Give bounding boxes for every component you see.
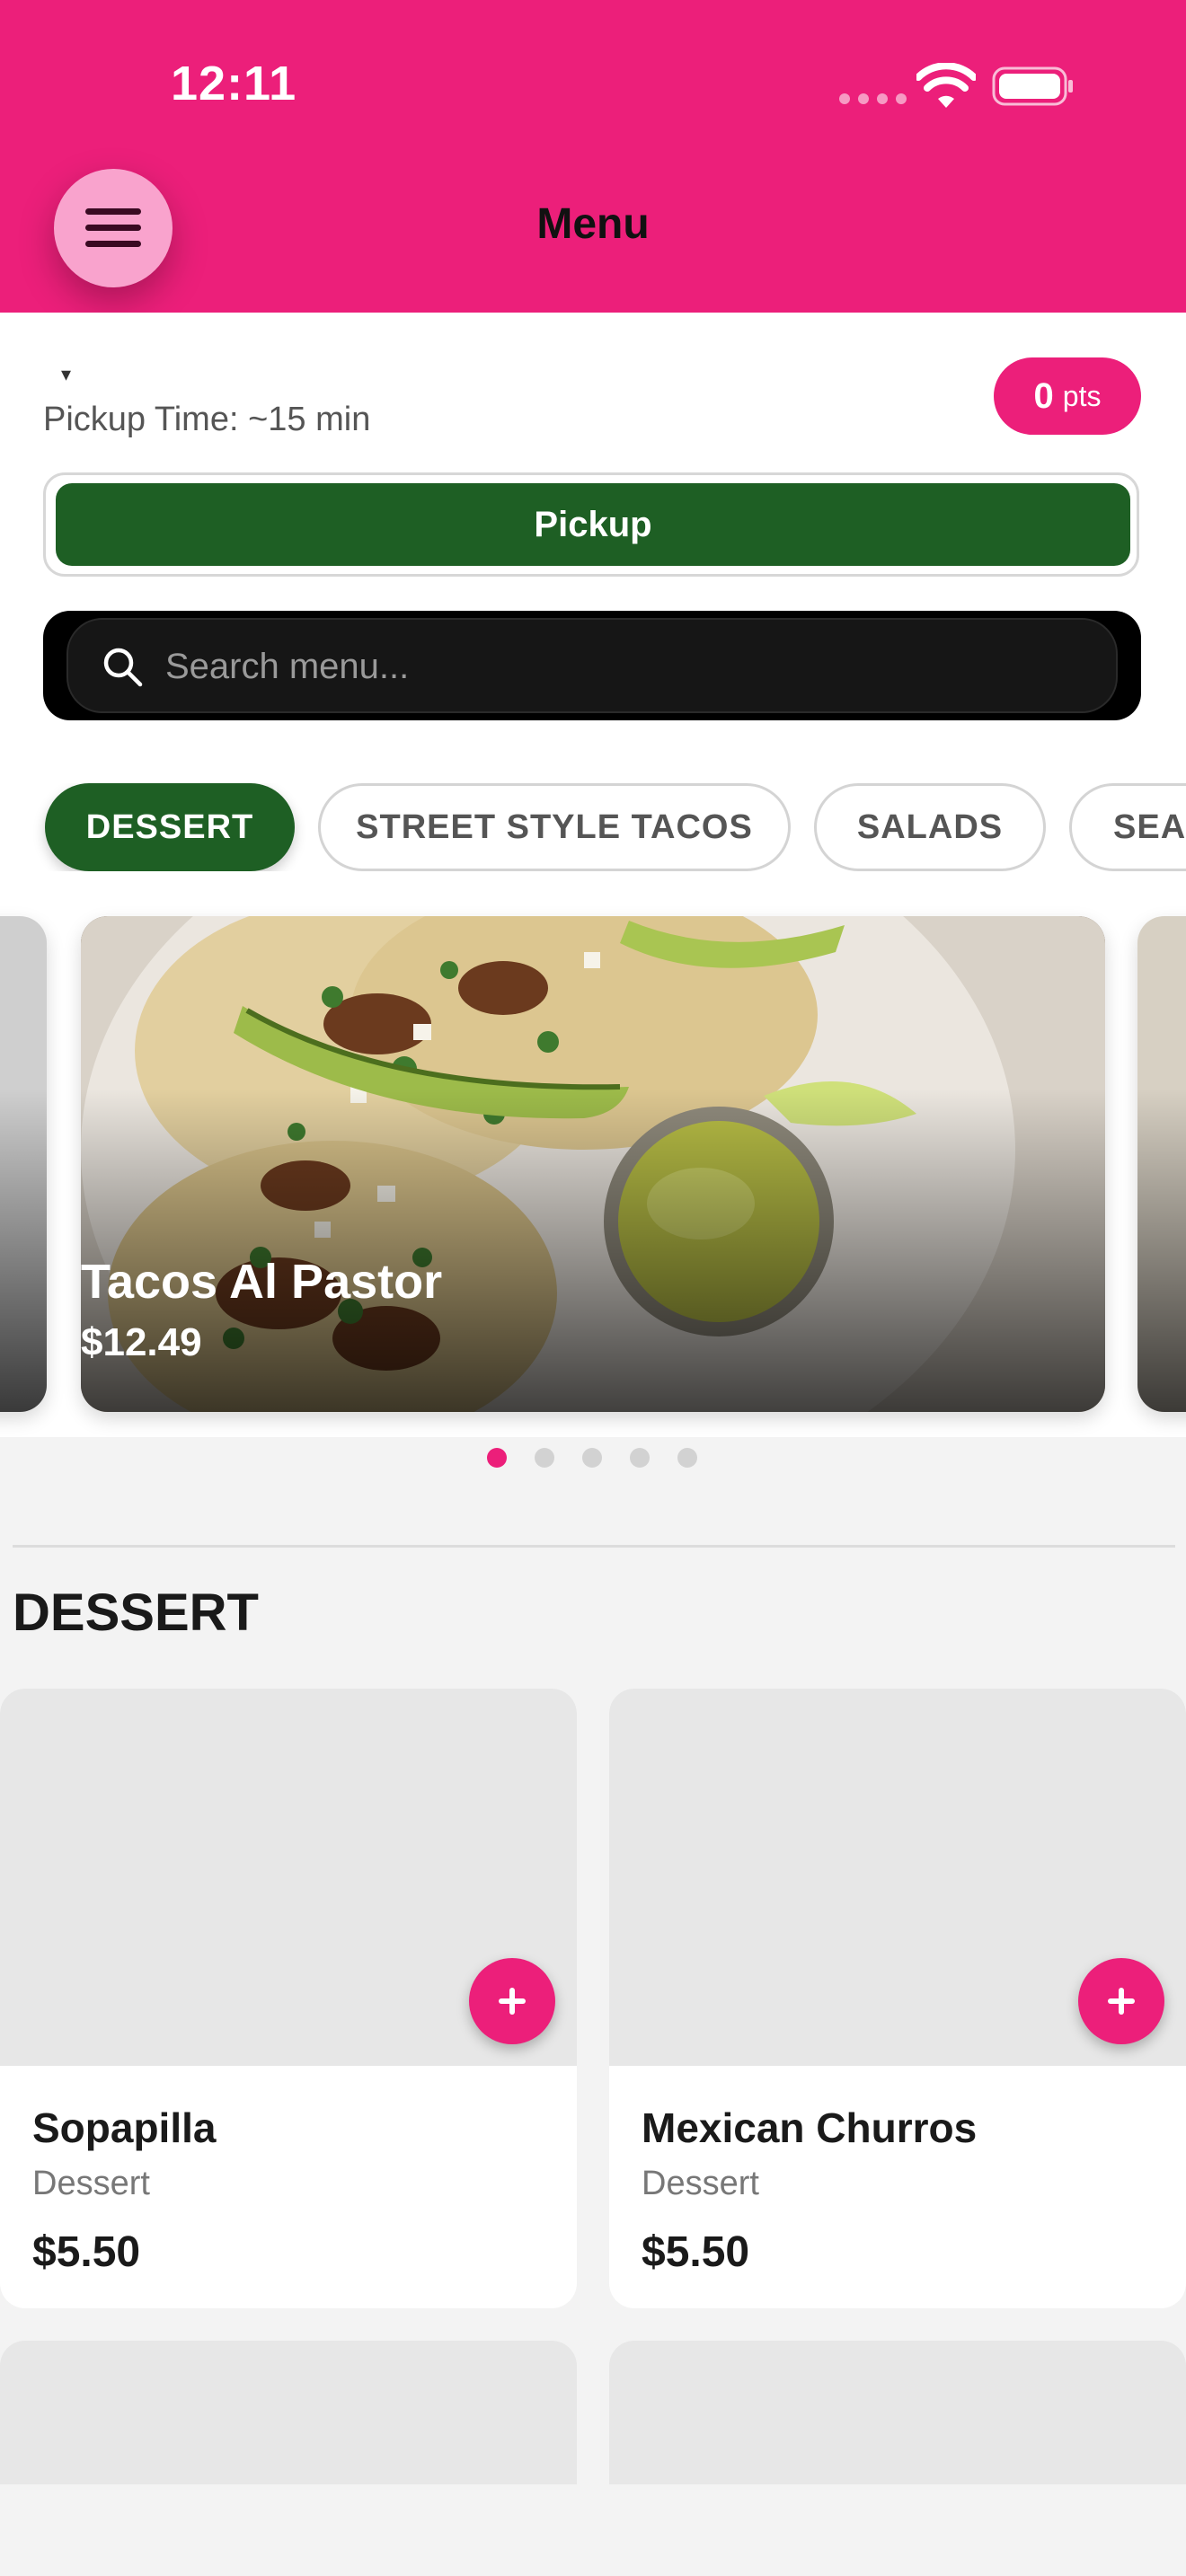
slide-gradient [81, 1089, 1105, 1412]
pagination-dot[interactable] [677, 1448, 697, 1468]
product-category: Dessert [32, 2165, 150, 2202]
carousel-pagination [487, 1448, 697, 1468]
add-to-cart-button[interactable] [469, 1958, 555, 2044]
battery-icon [992, 66, 1073, 106]
cellular-signal-icon [839, 93, 907, 104]
search-input[interactable] [164, 632, 1102, 701]
product-card-partial[interactable] [609, 2341, 1186, 2484]
plus-icon [499, 1988, 526, 2015]
section-title: DESSERT [13, 1584, 259, 1642]
carousel-item-title: Tacos Al Pastor [81, 1255, 443, 1309]
tab-street-style-tacos[interactable]: STREET STYLE TACOS [318, 783, 791, 871]
pagination-dot[interactable] [630, 1448, 650, 1468]
carousel-slide-previous[interactable] [0, 916, 47, 1412]
location-dropdown-caret[interactable]: ▾ [61, 363, 71, 386]
wifi-icon [916, 63, 976, 108]
section-divider [13, 1545, 1175, 1548]
product-price: $5.50 [32, 2228, 141, 2276]
page-title: Menu [536, 200, 650, 248]
category-tabs: DESSERT STREET STYLE TACOS SALADS SEAFOO… [0, 783, 1186, 871]
pickup-time-label: Pickup Time: ~15 min [43, 401, 371, 438]
product-price: $5.50 [642, 2228, 750, 2276]
plus-icon [1108, 1988, 1135, 2015]
product-card-mexican-churros[interactable]: Mexican Churros Dessert $5.50 [609, 1689, 1186, 2308]
points-badge[interactable]: 0 pts [994, 357, 1141, 435]
carousel-slide-current[interactable] [81, 916, 1105, 1412]
status-time: 12:11 [171, 57, 297, 110]
bottom-safe-area [0, 2484, 1186, 2576]
tab-salads[interactable]: SALADS [814, 783, 1046, 871]
product-name: Sopapilla [32, 2104, 217, 2151]
product-card-sopapilla[interactable]: Sopapilla Dessert $5.50 [0, 1689, 577, 2308]
carousel-slide-next[interactable] [1137, 916, 1186, 1412]
add-to-cart-button[interactable] [1078, 1958, 1164, 2044]
points-value: 0 [1033, 375, 1054, 416]
product-category: Dessert [642, 2165, 759, 2202]
carousel-item-price: $12.49 [81, 1320, 202, 1364]
tab-seafood[interactable]: SEAFOOD [1069, 783, 1186, 871]
app-header [0, 0, 1186, 313]
pagination-dot[interactable] [535, 1448, 554, 1468]
product-name: Mexican Churros [642, 2104, 978, 2151]
points-unit: pts [1062, 379, 1102, 412]
pagination-dot[interactable] [487, 1448, 507, 1468]
pickup-button[interactable]: Pickup [56, 483, 1130, 566]
product-card-partial[interactable] [0, 2341, 577, 2484]
pagination-dot[interactable] [582, 1448, 602, 1468]
search-icon [103, 648, 143, 687]
tab-dessert[interactable]: DESSERT [45, 783, 295, 871]
